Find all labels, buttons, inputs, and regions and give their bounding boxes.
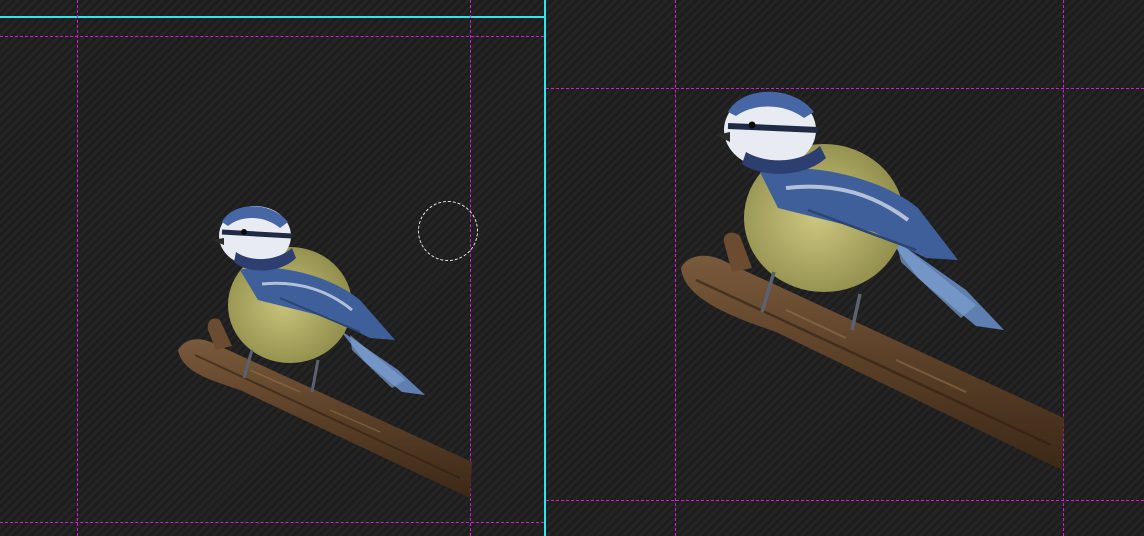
canvas-view-left[interactable]	[0, 0, 544, 536]
bird-image-left	[178, 206, 472, 498]
brush-cursor	[418, 201, 478, 261]
bird-image-right	[681, 91, 1064, 470]
canvas-view-right[interactable]	[546, 0, 1144, 536]
